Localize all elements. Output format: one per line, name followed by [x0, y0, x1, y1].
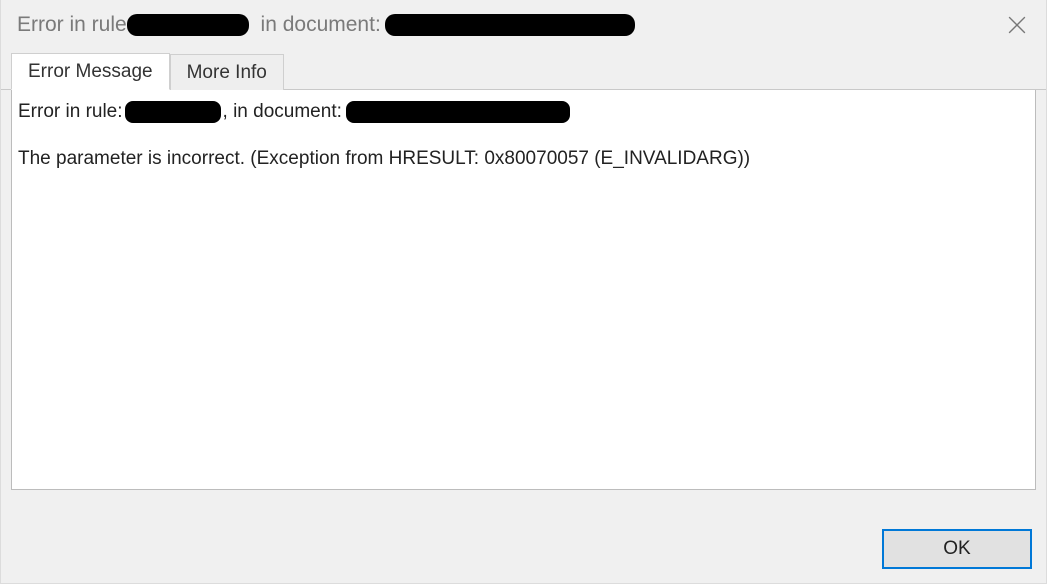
ok-button-label: OK: [943, 538, 970, 559]
content-wrap: Error in rule: , in document: The parame…: [1, 90, 1046, 500]
redacted-document-name-body: [346, 101, 570, 123]
error-body-text: The parameter is incorrect. (Exception f…: [18, 145, 1029, 174]
redacted-rule-name: [127, 14, 249, 36]
tabstrip: Error Message More Info: [1, 50, 1046, 90]
tab-label: Error Message: [28, 61, 153, 82]
tab-error-message[interactable]: Error Message: [11, 53, 170, 90]
ok-button[interactable]: OK: [882, 529, 1032, 569]
title-middle: in document:: [255, 13, 381, 37]
titlebar: Error in rule in document:: [1, 0, 1046, 50]
redacted-rule-name-body: [125, 101, 221, 123]
button-row: OK: [882, 529, 1032, 569]
tab-more-info[interactable]: More Info: [170, 54, 284, 90]
redacted-document-name: [385, 14, 635, 36]
error-line1-middle: , in document:: [223, 98, 342, 127]
close-button[interactable]: [1002, 10, 1032, 40]
error-header-line: Error in rule: , in document:: [18, 98, 1029, 127]
title-prefix: Error in rule: [17, 13, 127, 37]
error-dialog: Error in rule in document: Error Message…: [0, 0, 1047, 584]
error-line1-prefix: Error in rule:: [18, 98, 123, 127]
tab-label: More Info: [187, 62, 267, 83]
error-message-panel: Error in rule: , in document: The parame…: [11, 90, 1036, 490]
close-icon: [1008, 16, 1026, 34]
